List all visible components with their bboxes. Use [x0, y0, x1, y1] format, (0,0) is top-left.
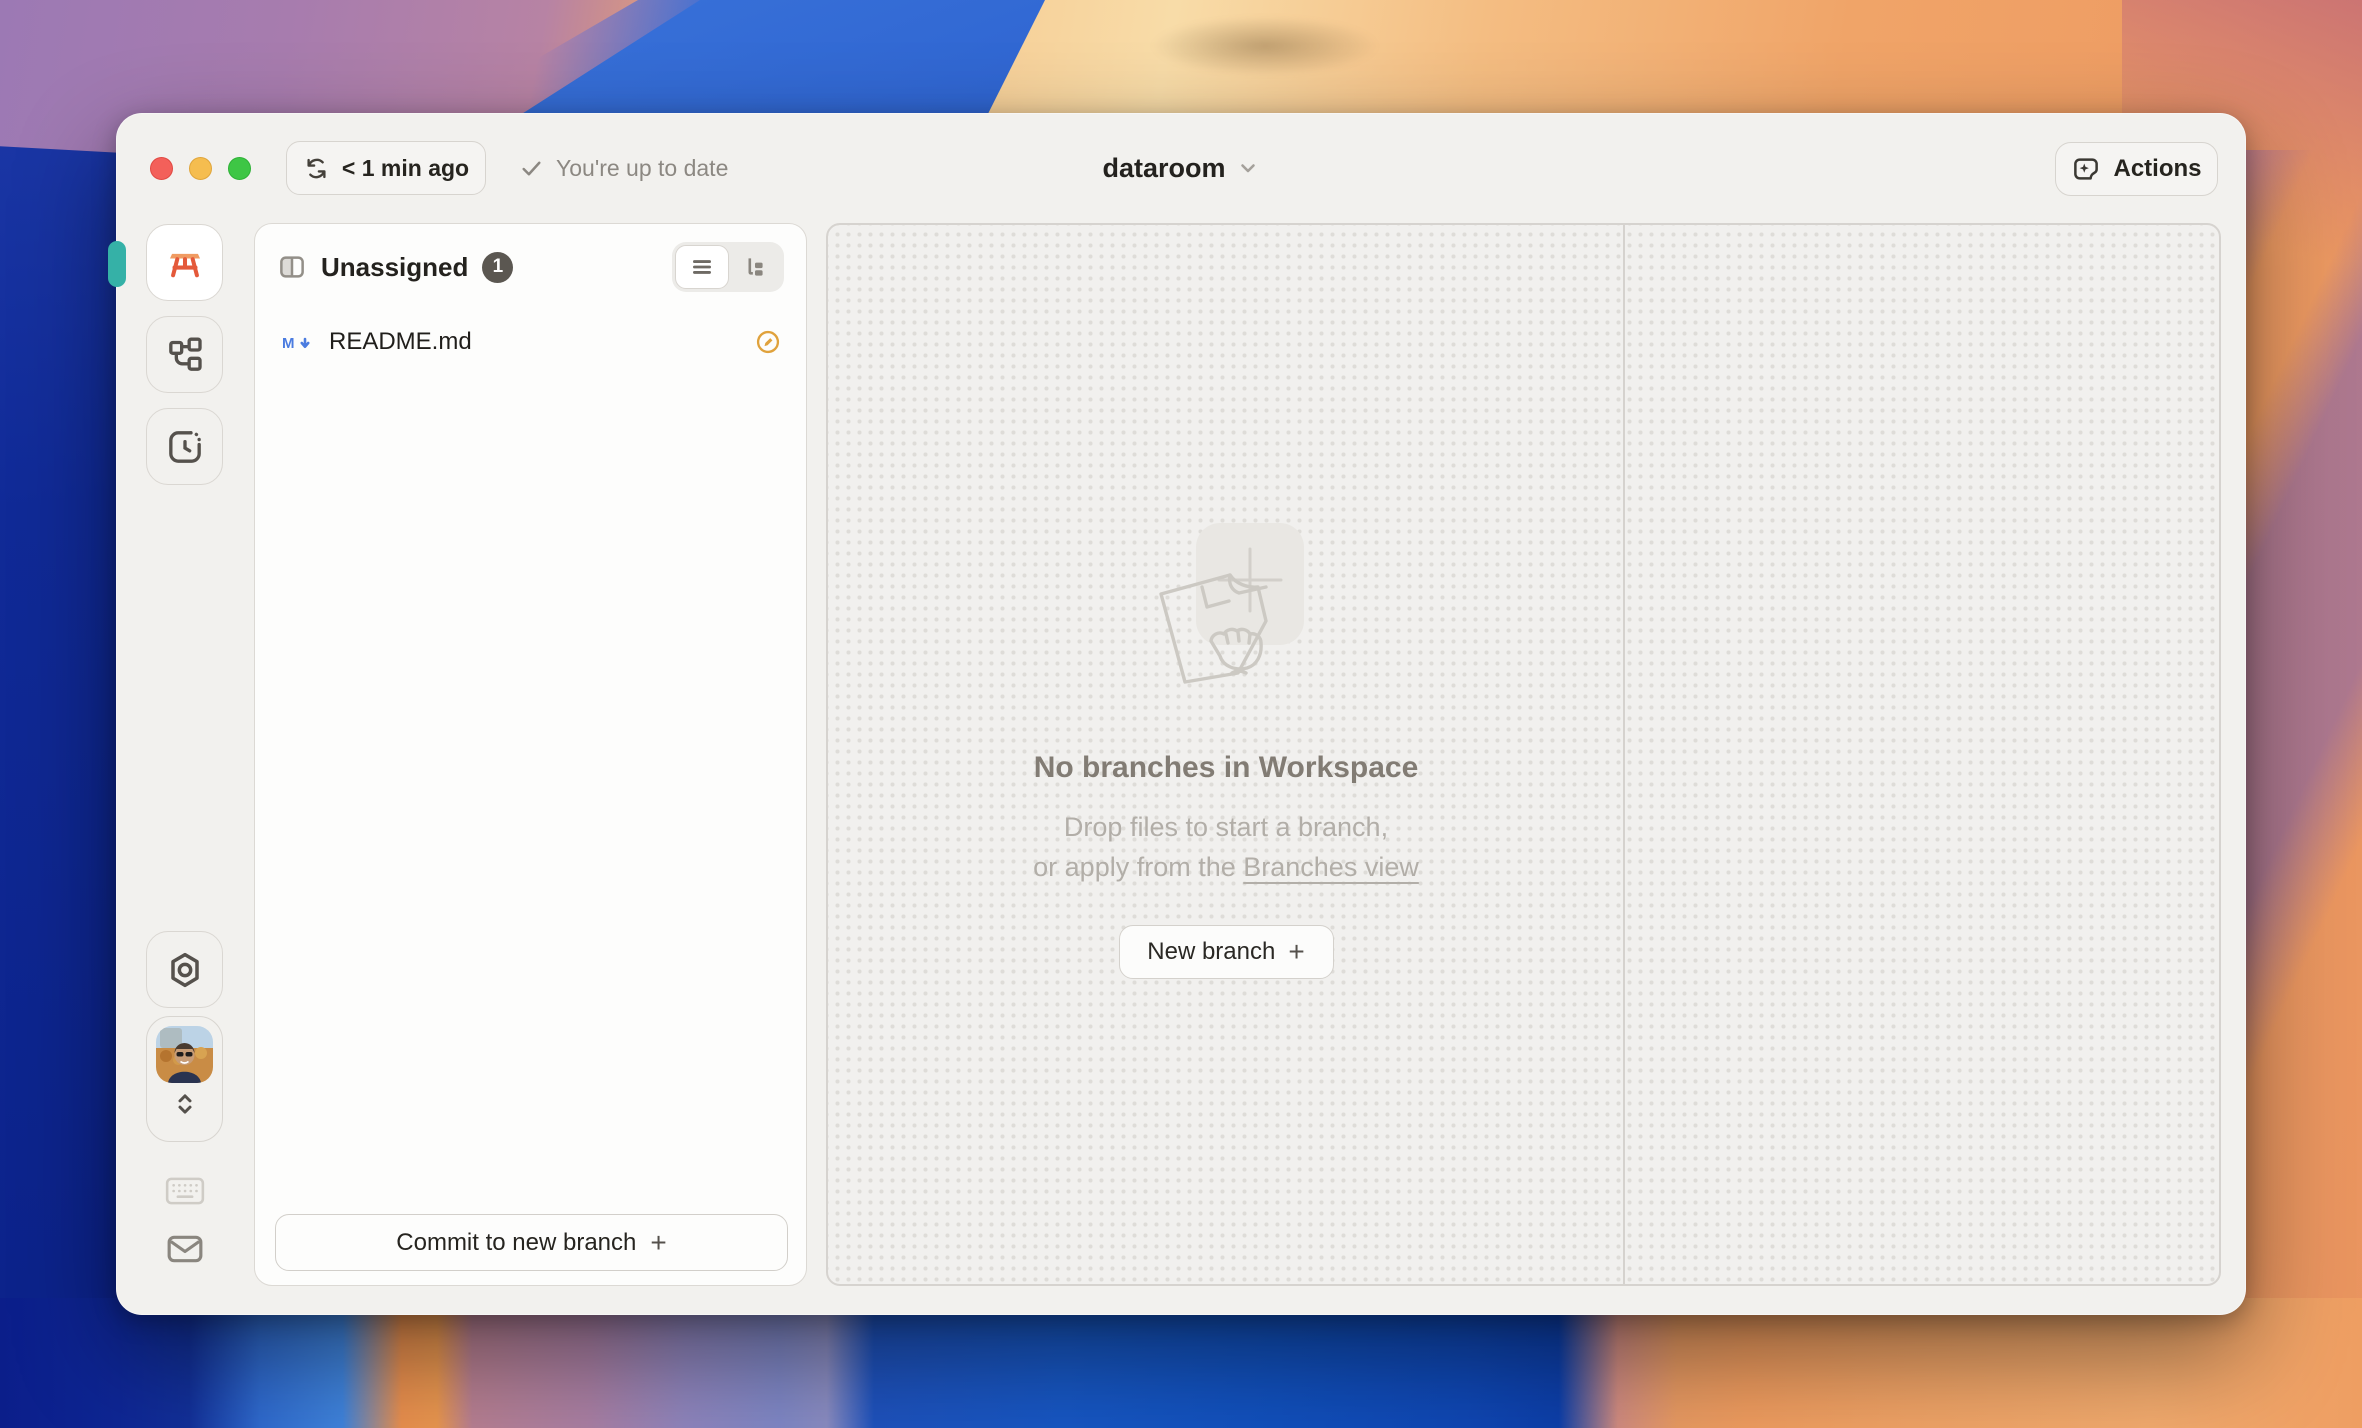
account-switcher[interactable]	[146, 1016, 223, 1142]
rail-branches-button[interactable]	[146, 316, 223, 393]
unassigned-icon	[277, 252, 307, 282]
chevron-down-icon	[1236, 156, 1260, 180]
rail-history-button[interactable]	[146, 408, 223, 485]
drop-files-illustration	[1146, 521, 1306, 711]
actions-sparkle-icon	[2071, 154, 2101, 184]
workbench-icon	[164, 242, 206, 284]
file-row-readme[interactable]: M README.md	[265, 320, 798, 364]
unassigned-panel: Unassigned 1	[254, 223, 807, 1286]
subtitle-line2-prefix: or apply from the	[1033, 852, 1243, 882]
rail-settings-button[interactable]	[146, 931, 223, 1008]
titlebar: < 1 min ago You're up to date dataroom	[117, 114, 2245, 210]
plus-icon: +	[650, 1229, 666, 1257]
project-name: dataroom	[1102, 153, 1225, 184]
view-mode-toggle	[672, 242, 784, 292]
wallpaper-bottom-stripes	[0, 1298, 2362, 1428]
chevron-updown-icon	[170, 1087, 200, 1121]
panel-title: Unassigned	[321, 252, 468, 283]
actions-label: Actions	[2113, 155, 2201, 183]
workspace-canvas[interactable]: No branches in Workspace Drop files to s…	[826, 223, 2221, 1286]
active-workspace-indicator	[108, 241, 126, 287]
list-view-icon	[689, 254, 715, 280]
markdown-file-icon: M	[281, 330, 313, 354]
keyboard-icon	[165, 1176, 205, 1206]
branches-icon	[165, 335, 205, 375]
keyboard-shortcuts-button[interactable]	[146, 1176, 223, 1206]
feedback-button[interactable]	[146, 1232, 223, 1266]
actions-button[interactable]: Actions	[2055, 142, 2218, 196]
avatar	[156, 1026, 213, 1083]
unassigned-header: Unassigned 1	[255, 224, 806, 310]
tree-view-icon	[742, 254, 768, 280]
plus-icon: +	[1288, 938, 1304, 966]
app-window: < 1 min ago You're up to date dataroom	[116, 113, 2246, 1315]
modified-status-icon	[754, 328, 782, 356]
mail-icon	[165, 1232, 205, 1266]
branches-view-link[interactable]: Branches view	[1243, 852, 1419, 882]
wallpaper-smudge	[1150, 16, 1380, 76]
list-view-button[interactable]	[675, 245, 729, 289]
empty-state-title: No branches in Workspace	[1034, 751, 1419, 785]
file-count-badge: 1	[482, 252, 513, 283]
commit-to-new-branch-button[interactable]: Commit to new branch +	[275, 1214, 788, 1271]
history-clock-icon	[165, 427, 205, 467]
settings-nut-icon	[165, 950, 205, 990]
rail-workspace-button[interactable]	[146, 224, 223, 301]
file-name: README.md	[329, 328, 472, 356]
tree-view-button[interactable]	[729, 245, 781, 289]
empty-state: No branches in Workspace Drop files to s…	[828, 225, 1624, 1284]
svg-text:M: M	[282, 335, 295, 352]
commit-button-label: Commit to new branch	[396, 1229, 636, 1257]
new-branch-button[interactable]: New branch +	[1119, 925, 1334, 979]
subtitle-line1: Drop files to start a branch,	[1064, 812, 1388, 842]
empty-state-subtitle: Drop files to start a branch, or apply f…	[1033, 807, 1419, 887]
new-branch-label: New branch	[1147, 938, 1275, 966]
project-switcher[interactable]: dataroom	[117, 141, 2245, 195]
